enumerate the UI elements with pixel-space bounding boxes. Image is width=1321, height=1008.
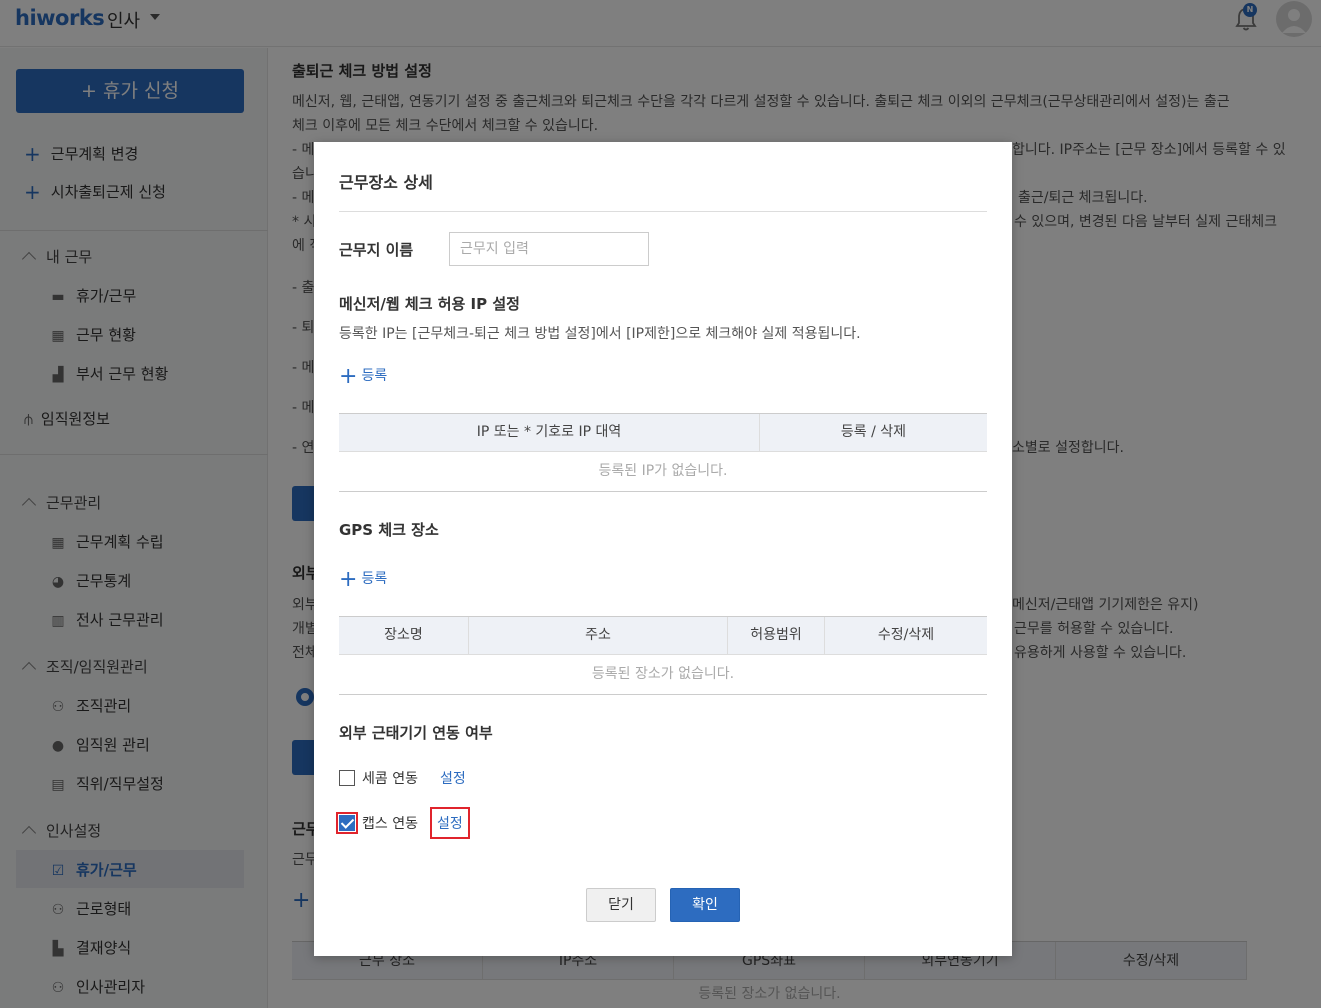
plus-icon: + [339,567,358,592]
external-device-section-title: 외부 근태기기 연동 여부 [339,724,493,742]
secom-row: 세콤 연동 설정 [339,768,466,788]
column-header: 수정/삭제 [877,627,935,643]
column-header: 장소명 [339,617,469,654]
column-header: 허용범위 [728,617,825,654]
secom-setting-link[interactable]: 설정 [440,768,466,788]
add-ip-button[interactable]: + 등록 [339,364,387,389]
caps-checkbox-wrapper [336,812,358,834]
divider [339,211,987,212]
column-header: 등록 / 삭제 [840,424,907,440]
confirm-button[interactable]: 확인 [670,888,740,922]
plus-icon: + [339,364,358,389]
table-empty-message: 등록된 장소가 없습니다. [339,655,987,695]
work-place-detail-modal: 근무장소 상세 근무지 이름 메신저/웹 체크 허용 IP 설정 등록한 IP는… [314,142,1012,956]
column-header: IP 또는 * 기호로 IP 대역 [339,414,760,451]
add-gps-button[interactable]: + 등록 [339,567,387,592]
caps-row: 캡스 연동 설정 [336,807,470,839]
close-button[interactable]: 닫기 [586,888,656,922]
work-place-name-label: 근무지 이름 [339,241,414,259]
caps-label: 캡스 연동 [362,816,418,832]
table-header: 장소명 주소 허용범위 수정/삭제 [339,617,987,655]
gps-section-title: GPS 체크 장소 [339,521,439,539]
caps-setting-link[interactable]: 설정 [429,807,470,839]
ip-table: IP 또는 * 기호로 IP 대역 등록 / 삭제 등록된 IP가 없습니다. [339,413,987,492]
table-empty-message: 등록된 IP가 없습니다. [339,452,987,492]
column-header: 주소 [469,617,728,654]
ip-section-title: 메신저/웹 체크 허용 IP 설정 [339,295,520,313]
modal-title: 근무장소 상세 [339,173,433,192]
gps-table: 장소명 주소 허용범위 수정/삭제 등록된 장소가 없습니다. [339,616,987,695]
secom-label: 세콤 연동 [362,771,418,787]
caps-checkbox[interactable] [339,815,355,831]
table-header: IP 또는 * 기호로 IP 대역 등록 / 삭제 [339,414,987,452]
secom-checkbox[interactable] [339,770,355,786]
work-place-name-input[interactable] [449,232,649,266]
ip-section-description: 등록한 IP는 [근무체크-퇴근 체크 방법 설정]에서 [IP제한]으로 체크… [339,326,861,342]
